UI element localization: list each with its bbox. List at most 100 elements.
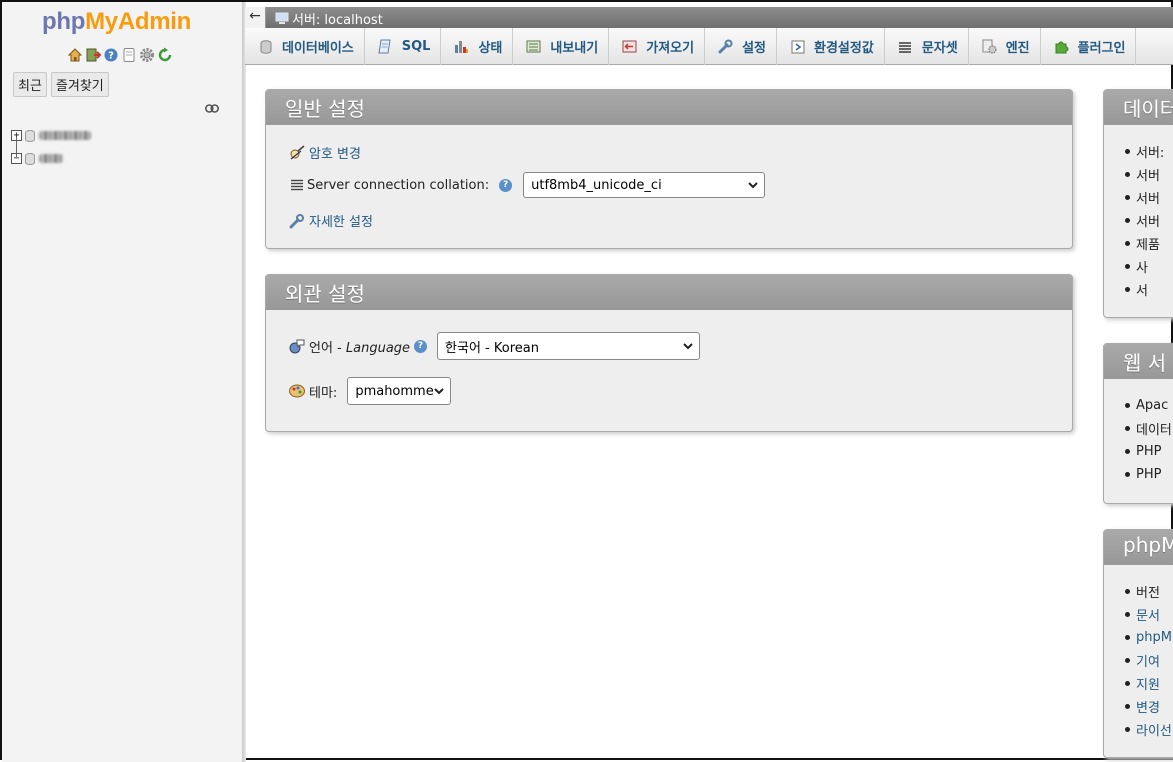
exit-icon[interactable] — [85, 47, 101, 63]
language-row: 언어 - Language ? 한국어 - Korean — [289, 332, 701, 360]
server-icon — [275, 12, 289, 24]
tab-charsets[interactable]: 문자셋 — [885, 28, 969, 65]
phpmyadmin-logo[interactable]: phpMyAdmin — [42, 8, 191, 36]
phpmyadmin-info-panel: phpM 버전 문서 phpM 기여 지원 변경 라이선 — [1103, 529, 1173, 758]
database-icon — [258, 39, 273, 54]
web-server-list: Apac 데이터 PHP PHP — [1125, 394, 1172, 486]
collation-label: Server connection collation: — [307, 177, 490, 193]
tab-status[interactable]: 상태 — [441, 28, 514, 65]
list-item[interactable]: 문서 — [1125, 603, 1172, 626]
tab-label: 내보내기 — [550, 41, 599, 56]
tab-plugins[interactable]: 플러그인 — [1041, 28, 1137, 65]
list-item[interactable]: 지원 — [1125, 672, 1172, 695]
general-settings-panel: 일반 설정 암호 변경 Server connection collation:… — [265, 89, 1073, 249]
tab-engines[interactable]: 엔진 — [969, 28, 1041, 65]
tab-settings[interactable]: 설정 — [705, 28, 777, 65]
panel-title: 외관 설정 — [266, 275, 1072, 310]
collation-icon — [291, 179, 303, 191]
password-icon — [290, 144, 305, 159]
wrench-icon — [289, 213, 304, 228]
appearance-settings-panel: 외관 설정 언어 - Language ? 한국어 - Korean 테마: p… — [265, 274, 1073, 432]
plugin-icon — [1054, 39, 1069, 54]
docs-icon[interactable] — [121, 47, 137, 63]
help-icon[interactable]: ? — [414, 339, 428, 353]
link-icon[interactable] — [205, 104, 219, 113]
help-icon[interactable]: ? — [103, 47, 119, 63]
gear-icon[interactable] — [139, 47, 155, 63]
chevron-down-icon — [683, 342, 693, 349]
collation-select[interactable]: utf8mb4_unicode_ci — [523, 172, 766, 198]
database-icon — [25, 129, 35, 142]
database-name-redacted[interactable] — [39, 131, 91, 140]
reload-icon[interactable] — [157, 47, 173, 63]
language-value: 한국어 - Korean — [445, 340, 539, 356]
panel-title: phpM — [1104, 530, 1173, 565]
theme-value: pmahomme — [355, 383, 434, 399]
tab-label: 엔진 — [1005, 41, 1030, 56]
panel-title: 일반 설정 — [266, 90, 1072, 125]
list-item[interactable]: 변경 — [1125, 695, 1172, 718]
list-item[interactable]: 라이선 — [1125, 718, 1172, 741]
language-select[interactable]: 한국어 - Korean — [437, 332, 701, 360]
top-breadcrumb-bar: ← 서버: localhost — [245, 7, 1173, 28]
tab-label: 상태 — [478, 41, 503, 56]
server-breadcrumb[interactable]: 서버: localhost — [275, 9, 383, 28]
tab-databases[interactable]: 데이터베이스 — [245, 28, 365, 65]
server-label: 서버: localhost — [292, 13, 383, 28]
change-password-link[interactable]: 암호 변경 — [309, 143, 361, 162]
tab-sql[interactable]: SQL — [365, 28, 442, 65]
home-icon[interactable] — [67, 47, 83, 63]
nav-tabs: 최근 즐겨찾기 — [13, 72, 109, 97]
navigation-resizer[interactable] — [242, 2, 246, 762]
nav-icon-bar: ? — [67, 47, 173, 63]
theme-select[interactable]: pmahomme — [347, 377, 452, 405]
more-settings-link[interactable]: 자세한 설정 — [309, 211, 373, 230]
tab-label: 환경설정값 — [814, 41, 874, 56]
tab-label: 플러그인 — [1077, 41, 1126, 56]
chevron-down-icon — [434, 387, 445, 394]
database-server-panel: 데이터 서버: 서버 서버 서버 제품 사 서 — [1103, 89, 1173, 318]
language-label: 언어 - Language — [309, 340, 411, 356]
chevron-down-icon — [748, 181, 758, 188]
help-icon[interactable]: ? — [499, 178, 513, 192]
list-item: 데이터 — [1125, 417, 1172, 440]
language-icon — [289, 339, 305, 354]
navigation-panel: phpMyAdmin ? 최근 즐겨찾기 + − — [2, 2, 244, 762]
tab-export[interactable]: 내보내기 — [513, 28, 610, 65]
tab-import[interactable]: 가져오기 — [609, 28, 706, 65]
favorites-tab[interactable]: 즐겨찾기 — [50, 72, 109, 97]
svg-text:?: ? — [108, 51, 114, 62]
collapse-nav-button[interactable]: ← — [245, 7, 266, 28]
panel-title: 웹 서 — [1104, 344, 1173, 379]
main-menu: 데이터베이스 SQL 상태 내보내기 가져오기 설정 환경설정값 문자셋 엔진 … — [245, 28, 1173, 65]
tab-variables[interactable]: 환경설정값 — [777, 28, 885, 65]
theme-icon — [289, 384, 305, 398]
list-item[interactable]: phpM — [1125, 626, 1172, 649]
database-tree: + − — [11, 124, 91, 170]
charset-icon — [898, 39, 913, 54]
web-server-panel: 웹 서 Apac 데이터 PHP PHP — [1103, 343, 1173, 504]
list-item: 서버: — [1125, 140, 1164, 163]
tree-connector — [16, 137, 17, 157]
list-item: 서버 — [1125, 163, 1164, 186]
tab-label: 데이터베이스 — [282, 41, 354, 56]
engine-icon — [982, 39, 997, 54]
list-item: PHP — [1125, 440, 1172, 463]
list-item[interactable]: 기여 — [1125, 649, 1172, 672]
database-icon — [25, 152, 35, 165]
more-settings-row: 자세한 설정 — [289, 211, 373, 230]
database-name-redacted[interactable] — [39, 154, 63, 163]
panel-title: 데이터 — [1104, 90, 1173, 125]
list-item: 서버 — [1125, 186, 1164, 209]
database-server-list: 서버: 서버 서버 서버 제품 사 서 — [1125, 140, 1164, 301]
collation-value: utf8mb4_unicode_ci — [531, 177, 662, 193]
phpmyadmin-info-list: 버전 문서 phpM 기여 지원 변경 라이선 — [1125, 580, 1172, 741]
recent-tab[interactable]: 최근 — [13, 72, 47, 97]
export-icon — [526, 39, 541, 54]
tab-label: 문자셋 — [921, 41, 958, 56]
theme-label: 테마: — [309, 385, 338, 401]
sql-icon — [378, 39, 393, 54]
tree-item[interactable]: − — [11, 147, 91, 170]
tree-item[interactable]: + — [11, 124, 91, 147]
collation-row: Server connection collation: ? utf8mb4_u… — [291, 172, 766, 198]
